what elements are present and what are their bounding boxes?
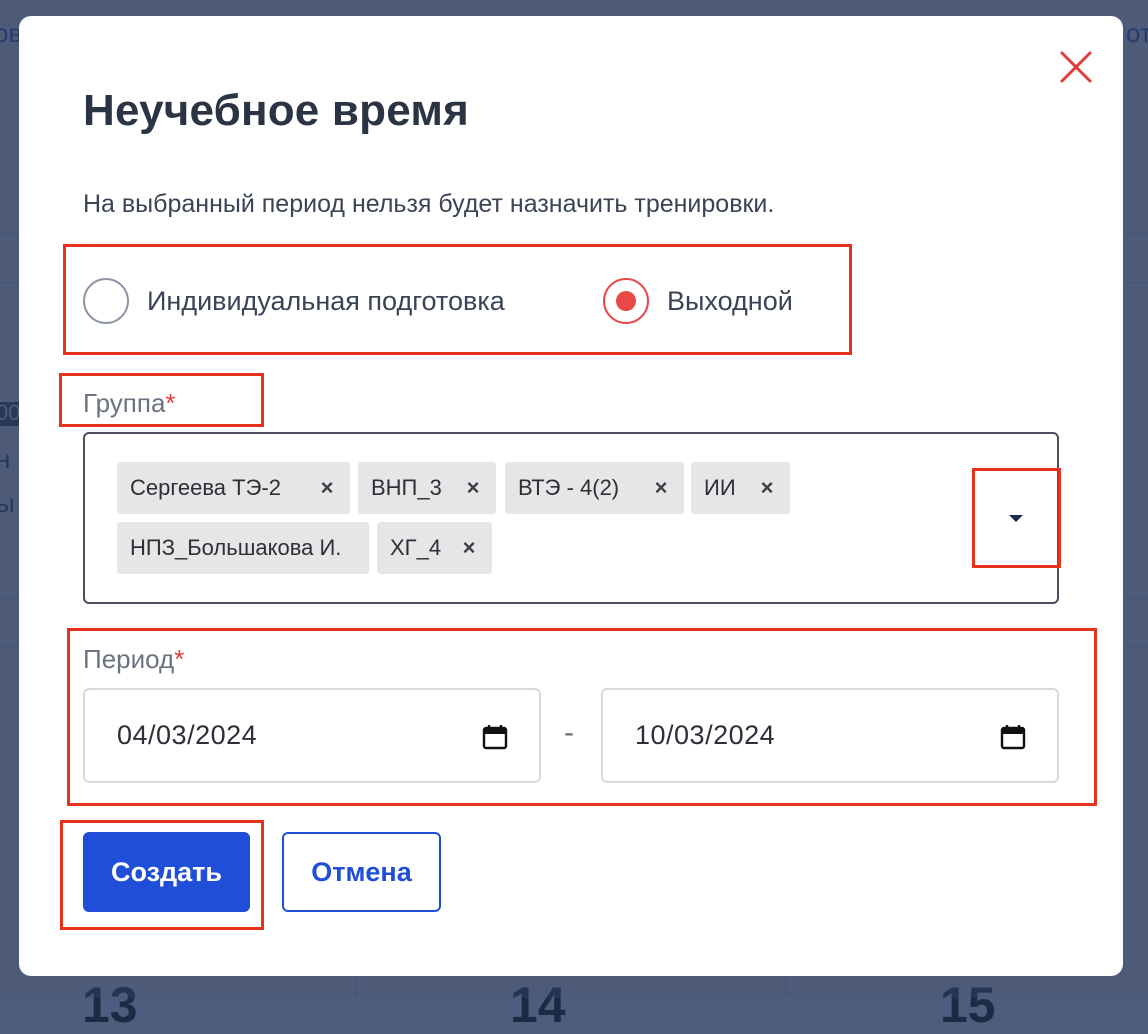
period-to-input[interactable]: 10/03/2024 [601,688,1059,783]
group-chip: Сергеева ТЭ-2 × [117,462,350,514]
period-label: Период* [83,644,184,675]
chip-label: НПЗ_Большакова И. [130,535,342,560]
chip-label: ВНП_3 [371,475,442,500]
chip-remove-icon[interactable]: × [754,474,780,502]
create-button[interactable]: Создать [83,832,250,912]
group-chip: ВТЭ - 4(2) × [505,462,684,514]
group-chip: НПЗ_Большакова И. [117,522,369,574]
required-mark: * [165,388,176,418]
period-from-value: 04/03/2024 [117,720,258,750]
radio-button-selected[interactable] [603,278,649,324]
radio-individual-training[interactable]: Индивидуальная подготовка [83,278,505,324]
radio-button[interactable] [83,278,129,324]
radio-selected-dot [616,291,636,311]
chip-label: ВТЭ - 4(2) [518,475,620,500]
group-chip: ВНП_3 × [358,462,496,514]
group-chip: ИИ × [691,462,790,514]
chip-remove-icon[interactable]: × [648,474,674,502]
group-multiselect[interactable]: Сергеева ТЭ-2 × ВНП_3 × ВТЭ - 4(2) × ИИ … [83,432,1059,604]
chip-remove-icon[interactable]: × [456,534,482,562]
modal-description: На выбранный период нельзя будет назначи… [83,190,775,218]
modal-title: Неучебное время [83,86,469,135]
chip-label: ХГ_4 [390,535,442,560]
calendar-icon[interactable] [1000,724,1026,750]
non-training-time-modal: Неучебное время На выбранный период нель… [19,16,1123,976]
dropdown-toggle-highlight [972,468,1061,568]
period-separator: - [564,716,574,749]
radio-label: Выходной [667,285,793,316]
chip-remove-icon[interactable]: × [460,474,486,502]
chip-label: Сергеева ТЭ-2 [130,475,281,500]
chip-label: ИИ [704,475,736,500]
calendar-icon[interactable] [482,724,508,750]
radio-label: Индивидуальная подготовка [147,285,505,316]
period-to-value: 10/03/2024 [635,720,776,750]
close-icon [1060,51,1092,83]
close-button[interactable] [1059,50,1093,84]
period-label-text: Период [83,644,175,674]
group-chip: ХГ_4 × [377,522,492,574]
chip-remove-icon[interactable]: × [314,474,340,502]
group-label-text: Группа [83,388,166,418]
required-mark: * [174,644,185,674]
radio-day-off[interactable]: Выходной [603,278,793,324]
cancel-button[interactable]: Отмена [282,832,441,912]
group-label: Группа* [83,388,176,419]
period-from-input[interactable]: 04/03/2024 [83,688,541,783]
